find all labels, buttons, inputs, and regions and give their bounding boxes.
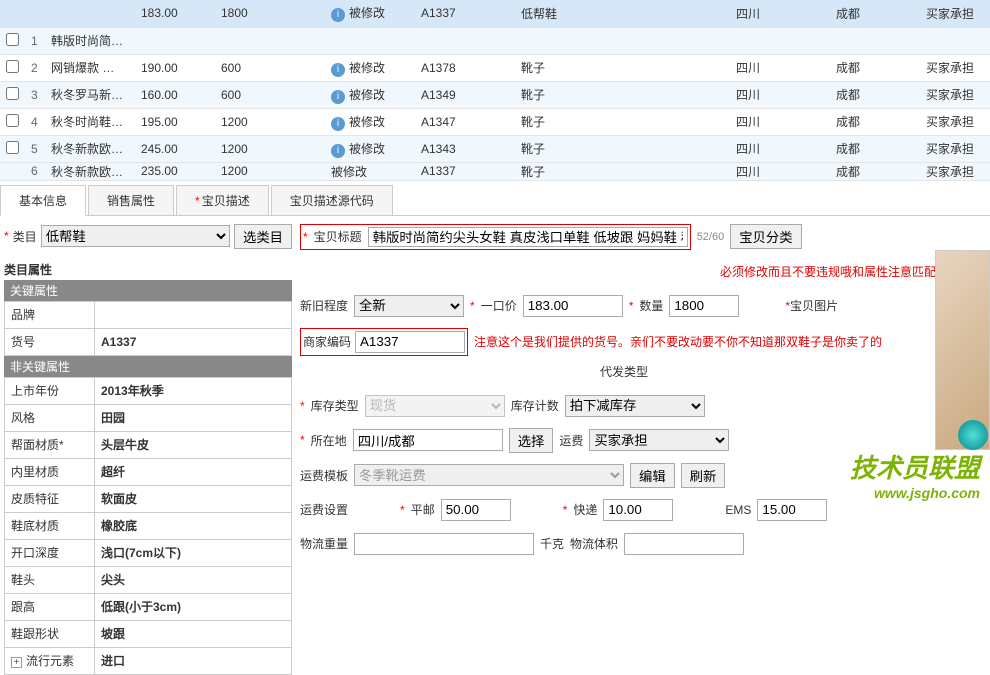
location-label: 所在地 [311, 432, 347, 449]
tab-basic[interactable]: 基本信息 [0, 185, 86, 216]
condition-label: 新旧程度 [300, 297, 348, 314]
weight-unit: 千克 [540, 535, 564, 552]
attr-header: 类目属性 [4, 259, 292, 280]
weight-label: 物流重量 [300, 535, 348, 552]
title-note: 必须修改而且不要违规哦和属性注意匹配 [720, 263, 936, 280]
image-label: 宝贝图片 [790, 299, 838, 313]
title-label: 宝贝标题 [314, 228, 362, 245]
refresh-button[interactable]: 刷新 [681, 463, 726, 488]
key-attr-group: 关键属性 [4, 280, 292, 301]
info-icon: i [331, 144, 345, 158]
category-assign-button[interactable]: 宝贝分类 [730, 224, 801, 249]
ems-label: EMS [725, 503, 751, 517]
table-row[interactable]: 6 秋冬新款欧…235.001200 被修改 A1337靴子 四川成都买家承担 [0, 162, 990, 180]
product-image-thumb[interactable] [935, 250, 990, 450]
row-checkbox[interactable] [6, 114, 19, 127]
table-row[interactable]: 4 秋冬时尚鞋…195.001200 i被修改 A1347靴子 四川成都买家承担 [0, 108, 990, 135]
watermark: 技术员联盟 www.jsgho.com [850, 448, 980, 501]
edit-button[interactable]: 编辑 [630, 463, 675, 488]
code-box: 商家编码 [300, 328, 468, 356]
left-panel: *类目 低帮鞋 选类目 类目属性 关键属性 品牌 货号A1337 非关键属性 上… [4, 224, 292, 675]
stock-count-select[interactable]: 拍下减库存 [565, 395, 705, 417]
table-header-row: 183.001800 i被修改 A1337低帮鞋 四川成都买家承担 [0, 0, 990, 27]
location-select-button[interactable]: 选择 [509, 428, 554, 453]
surface-input[interactable] [441, 499, 511, 521]
expand-icon[interactable]: + [11, 657, 22, 668]
code-input[interactable] [355, 331, 465, 353]
tab-desc[interactable]: *宝贝描述 [176, 185, 269, 215]
ship-set-label: 运费设置 [300, 501, 348, 518]
info-icon: i [331, 8, 345, 22]
row-checkbox[interactable] [6, 60, 19, 73]
qty-input[interactable] [669, 295, 739, 317]
stock-count-label: 库存计数 [511, 397, 559, 414]
row-checkbox[interactable] [6, 87, 19, 100]
ship-select[interactable]: 买家承担 [589, 429, 729, 451]
row-checkbox[interactable] [6, 141, 19, 154]
nonkey-attr-table: 上市年份2013年秋季 风格田园 帮面材质*头层牛皮 内里材质超纤 皮质特征软面… [4, 377, 292, 675]
price-label: 一口价 [481, 297, 517, 314]
condition-select[interactable]: 全新 [354, 295, 464, 317]
express-label: 快递 [573, 501, 597, 518]
location-input[interactable] [353, 429, 503, 451]
weight-input[interactable] [354, 533, 534, 555]
stock-type-label: 库存类型 [311, 397, 359, 414]
volume-input[interactable] [624, 533, 744, 555]
table-row[interactable]: 3 秋冬罗马新…160.00600 i被修改 A1349靴子 四川成都买家承担 [0, 81, 990, 108]
detail-tabs: 基本信息 销售属性 *宝贝描述 宝贝描述源代码 [0, 185, 990, 216]
agent-type-label: 代发类型 [600, 363, 648, 380]
key-attr-table: 品牌 货号A1337 [4, 301, 292, 356]
title-input[interactable] [368, 227, 688, 247]
tab-source[interactable]: 宝贝描述源代码 [271, 185, 393, 215]
row-checkbox[interactable] [6, 33, 19, 46]
stock-type-select[interactable]: 现货 [365, 395, 505, 417]
surface-label: 平邮 [411, 501, 435, 518]
ems-input[interactable] [757, 499, 827, 521]
code-note: 注意这个是我们提供的货号。亲们不要改动要不你不知道那双鞋子是你卖了的 [474, 333, 882, 350]
price-input[interactable] [523, 295, 623, 317]
info-icon: i [331, 117, 345, 131]
express-input[interactable] [603, 499, 673, 521]
table-row[interactable]: 1 韩版时尚简… [0, 27, 990, 54]
table-row[interactable]: 5 秋冬新款欧…245.001200 i被修改 A1343靴子 四川成都买家承担 [0, 135, 990, 162]
code-label: 商家编码 [303, 333, 351, 350]
title-counter: 52/60 [697, 231, 725, 243]
qty-label: 数量 [639, 297, 663, 314]
ship-label: 运费 [559, 432, 583, 449]
select-category-button[interactable]: 选类目 [234, 224, 292, 249]
info-icon: i [331, 63, 345, 77]
volume-label: 物流体积 [570, 535, 618, 552]
table-row[interactable]: 2 网销爆款 …190.00600 i被修改 A1378靴子 四川成都买家承担 [0, 54, 990, 81]
float-help-icon[interactable] [958, 420, 988, 450]
category-select[interactable]: 低帮鞋 [41, 225, 230, 247]
ship-tpl-select[interactable]: 冬季靴运费 [354, 464, 624, 486]
ship-tpl-label: 运费模板 [300, 467, 348, 484]
product-table: 183.001800 i被修改 A1337低帮鞋 四川成都买家承担 1 韩版时尚… [0, 0, 990, 181]
tab-sales[interactable]: 销售属性 [88, 185, 174, 215]
title-box: *宝贝标题 [300, 224, 691, 250]
category-label: 类目 [13, 228, 37, 245]
nonkey-attr-group: 非关键属性 [4, 356, 292, 377]
info-icon: i [331, 90, 345, 104]
